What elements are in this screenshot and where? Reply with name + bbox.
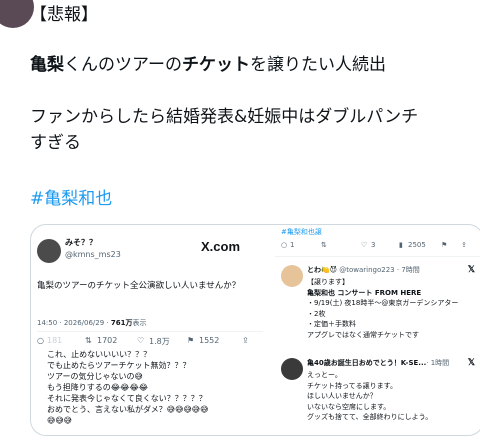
reply-line: おめでとう、言えない私がダメ？😅😅😅😅😅 bbox=[47, 405, 209, 414]
screenshot-right: #亀梨和也譲 ○ 1 ⇅ ♡ 3 ▮ 2505 ⚑ ⇪ とわ🍋😈 @towari… bbox=[275, 225, 480, 435]
post-body: 【譲ります】 亀梨和也 コンサート FROM HERE ・9/19(土) 夜18… bbox=[307, 277, 458, 340]
x-logo: X.com bbox=[201, 239, 241, 254]
like-icon: ♡ bbox=[361, 241, 368, 249]
author-name: みそ？？ bbox=[65, 238, 97, 247]
post-line: ほしい人いませんか？ bbox=[307, 392, 377, 400]
meta-views-label: 表示 bbox=[132, 319, 147, 327]
author-handle: @towaringo223 · 7時間 bbox=[339, 266, 420, 274]
like-icon: ♡ bbox=[137, 336, 145, 345]
author-handle: · 1時間 bbox=[426, 359, 450, 367]
post-line-2-text-b: くんのツアーの bbox=[64, 55, 182, 75]
author-name: とわ🍋😈 bbox=[307, 266, 338, 274]
post-line-2-bold-c: チケット bbox=[181, 55, 250, 75]
post-line: いないなら空席にします。 bbox=[307, 402, 391, 411]
like-count: 3 bbox=[371, 241, 376, 249]
avatar[interactable] bbox=[0, 0, 34, 28]
views-icon: ▮ bbox=[399, 241, 403, 249]
reply-icon: ○ bbox=[37, 336, 44, 345]
avatar bbox=[37, 239, 61, 263]
reply-line: ツアーの気分じゃないの😅 bbox=[47, 372, 143, 381]
reply-line: 😅😅😅 bbox=[47, 416, 73, 425]
avatar bbox=[281, 358, 303, 380]
post-line: ・9/19(土) 夜18時半〜@東京ガーデンシアター bbox=[307, 299, 459, 307]
post-line: グッズも捨てて、全部終わりにしよう。 bbox=[307, 413, 433, 421]
reply-line: でも止めたらツアーチケット無効？？？ bbox=[47, 361, 191, 370]
post-line: チケット持ってる譲ります。 bbox=[307, 381, 397, 390]
reply-icon: ○ bbox=[281, 241, 288, 249]
reply-line: それに発表今じゃなくて良くない？？？？？ bbox=[47, 394, 207, 403]
meta-views: 761万 bbox=[110, 319, 133, 327]
author-name: 亀40歳お誕生日おめでとう！K-SE... bbox=[307, 359, 427, 367]
bookmark-icon: ⚑ bbox=[441, 241, 448, 249]
like-count: 1.8万 bbox=[149, 337, 170, 346]
post-line-2: 亀梨くんのツアーのチケットを譲りたい人続出 bbox=[30, 52, 386, 78]
reply-line: これ、止めないいいい？？？ bbox=[47, 350, 152, 359]
bookmark-icon: ⚑ bbox=[187, 336, 195, 345]
avatar bbox=[281, 265, 303, 287]
share-icon: ⇪ bbox=[242, 336, 249, 345]
reply-line: もう担降りするの😂😂😂😂 bbox=[47, 383, 149, 392]
x-logo: 𝕏 bbox=[467, 264, 475, 274]
bookmark-count: 1552 bbox=[199, 336, 220, 345]
post-line-2-bold-a: 亀梨 bbox=[30, 55, 64, 75]
post-line: アプグレではなく通常チケットです bbox=[307, 330, 419, 339]
divider bbox=[37, 331, 263, 332]
post-line-3: ファンからしたら結婚発表&妊娠中はダブルパンチ bbox=[30, 107, 419, 127]
media-card[interactable]: みそ？？ @kmns_ms23 X.com 亀梨のツアーのチケット全公演欲しい人… bbox=[30, 224, 480, 436]
x-logo: 𝕏 bbox=[467, 357, 475, 367]
reply-count: 1 bbox=[290, 241, 295, 249]
retweet-count: 1702 bbox=[97, 336, 118, 345]
tweet-text: 亀梨のツアーのチケット全公演欲しい人いませんか？ bbox=[37, 281, 241, 291]
post-header: 亀40歳お誕生日おめでとう！K-SE...· 1時間 bbox=[307, 358, 449, 368]
post-line-1: 【悲報】 bbox=[30, 5, 98, 25]
reply-text: これ、止めないいいい？？？ でも止めたらツアーチケット無効？？？ ツアーの気分じ… bbox=[47, 349, 208, 426]
hashtag-label: #亀梨和也譲 bbox=[281, 228, 322, 236]
post-line: 【譲ります】 bbox=[307, 278, 349, 286]
retweet-icon: ⇅ bbox=[321, 241, 327, 249]
meta-time: 14:50 · 2026/06/29 · bbox=[37, 319, 111, 327]
post-line: ・2枚 bbox=[307, 309, 326, 318]
reply-count: 181 bbox=[47, 336, 63, 345]
post-line-2-text-d: を譲りたい人続出 bbox=[249, 55, 386, 75]
post-body: えっとー。 チケット持ってる譲ります。 ほしい人いませんか？ いないなら空席にし… bbox=[307, 370, 432, 423]
author-handle: @kmns_ms23 bbox=[65, 250, 121, 259]
post-line: 亀梨和也 コンサート FROM HERE bbox=[307, 288, 422, 297]
retweet-icon: ⇅ bbox=[85, 336, 92, 345]
post-line-4: すぎる bbox=[30, 133, 81, 153]
views-count: 2505 bbox=[408, 241, 426, 249]
hashtag-link[interactable]: #亀梨和也 bbox=[30, 186, 112, 212]
share-icon: ⇪ bbox=[461, 241, 467, 249]
post-line: えっとー。 bbox=[307, 371, 342, 379]
post-header: とわ🍋😈 @towaringo223 · 7時間 bbox=[307, 265, 420, 275]
divider bbox=[275, 256, 480, 257]
tweet-meta: 14:50 · 2026/06/29 · 761万表示 bbox=[37, 318, 147, 328]
post-line: ・定価＋手数料 bbox=[307, 320, 356, 328]
screenshot-left: みそ？？ @kmns_ms23 X.com 亀梨のツアーのチケット全公演欲しい人… bbox=[31, 225, 273, 435]
